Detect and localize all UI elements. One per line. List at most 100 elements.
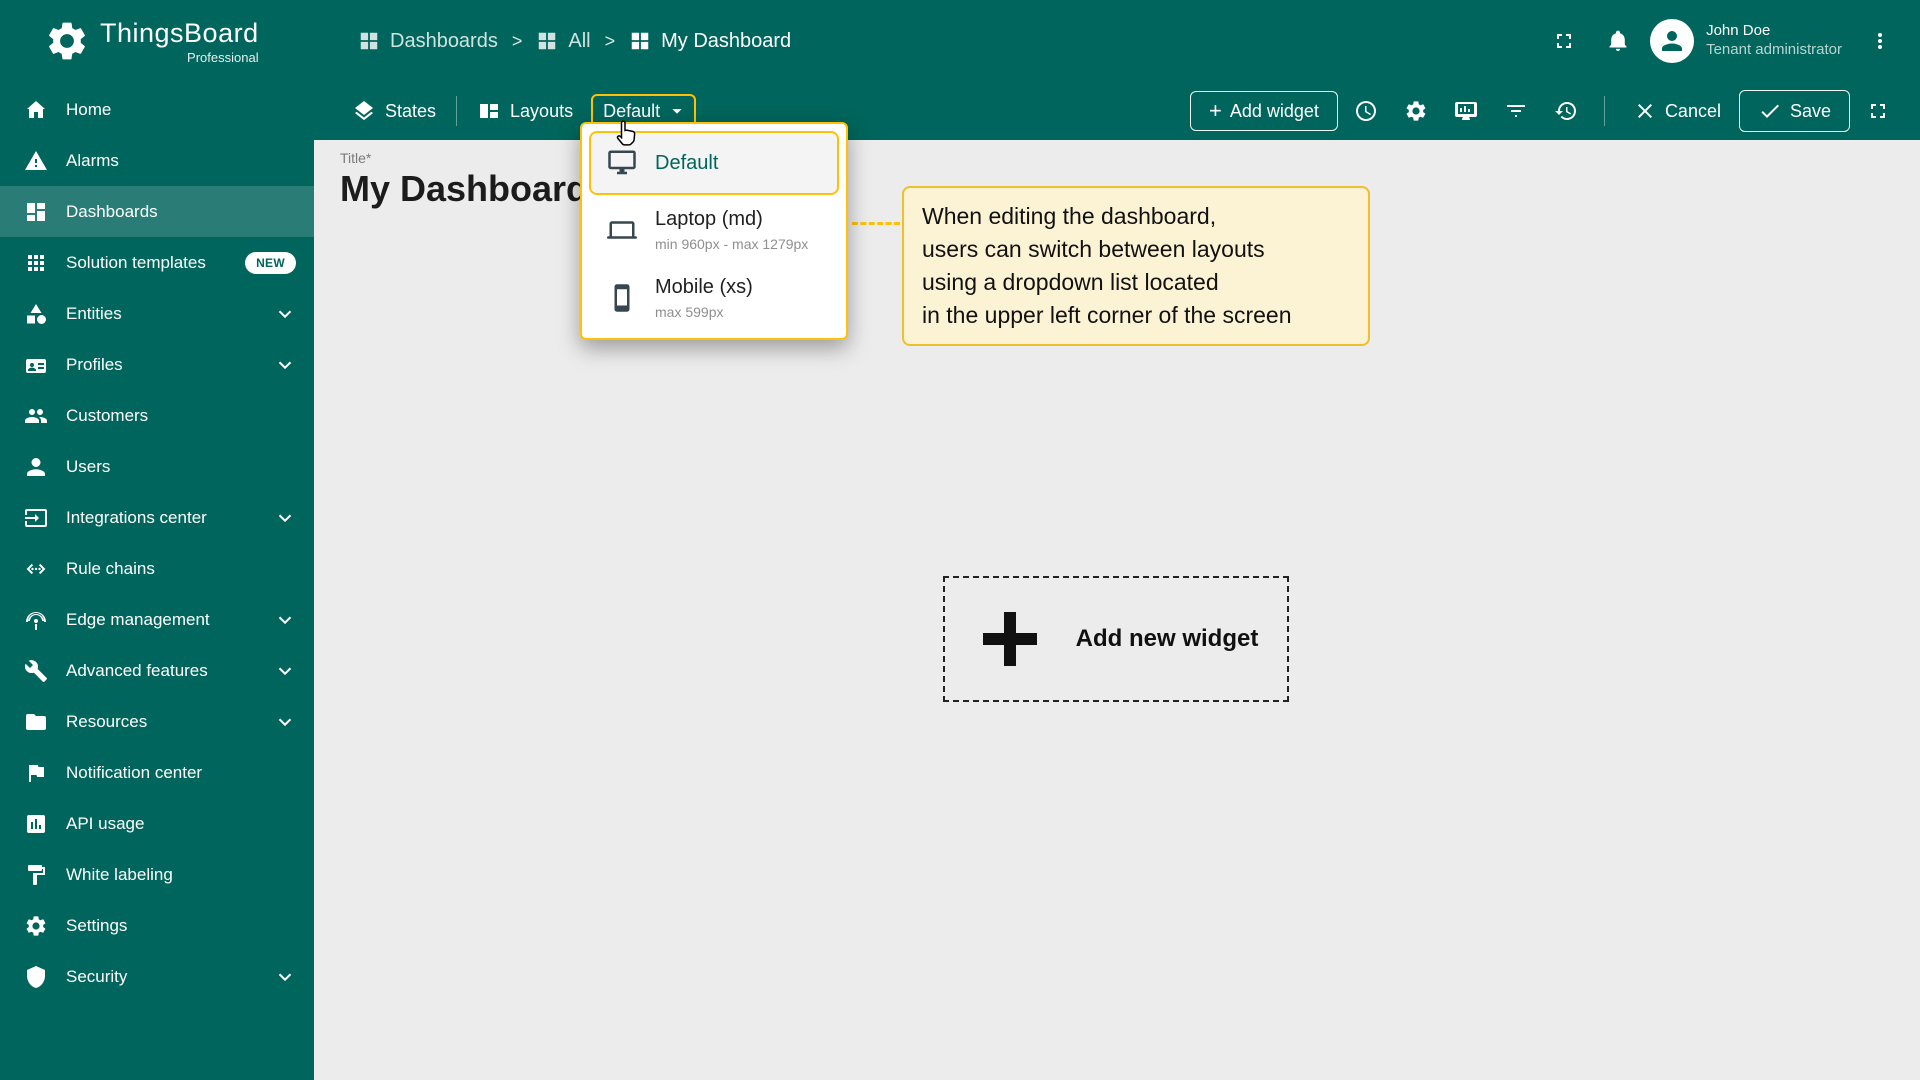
dashboard-toolbar: States Layouts Default + Add widget Canc… <box>314 82 1920 140</box>
layers-icon <box>355 101 373 121</box>
logo-text: ThingsBoard Professional <box>100 18 259 65</box>
layouts-label: Layouts <box>510 100 574 121</box>
layout-option-label: Default <box>655 151 719 174</box>
dashboard-settings-button[interactable] <box>1394 89 1438 133</box>
layout-option-description: max 599px <box>655 304 724 320</box>
sidebar-item-resources[interactable]: Resources <box>0 696 314 747</box>
states-label: States <box>385 100 437 121</box>
breadcrumb: Dashboards > All > My Dashboard <box>314 30 791 53</box>
integrations-icon <box>25 508 47 527</box>
annotation-connector-line <box>852 222 900 225</box>
app-logo[interactable]: ThingsBoard Professional <box>0 18 314 65</box>
sidebar-item-customers[interactable]: Customers <box>0 390 314 441</box>
breadcrumb-dashboards[interactable]: Dashboards <box>358 30 498 53</box>
history-icon <box>1554 101 1576 120</box>
sidebar-item-users[interactable]: Users <box>0 441 314 492</box>
chevron-down-icon <box>278 361 292 369</box>
sidebar-nav: Home Alarms Dashboards Solution template… <box>0 82 314 1080</box>
desktop-icon <box>608 150 636 175</box>
more-vert-icon <box>1878 33 1882 49</box>
breadcrumb-my-dashboard[interactable]: My Dashboard <box>629 30 791 53</box>
notifications-button[interactable] <box>1596 19 1640 63</box>
sidebar-item-label: API usage <box>66 813 145 833</box>
sidebar-item-label: Integrations center <box>66 507 207 527</box>
chevron-down-icon <box>278 514 292 522</box>
chevron-down-icon <box>278 973 292 981</box>
chevron-down-icon <box>278 667 292 675</box>
person-icon <box>1662 31 1683 51</box>
layout-option-default[interactable]: Default <box>589 131 839 195</box>
annotation-tooltip: When editing the dashboard, users can sw… <box>902 186 1370 346</box>
sidebar-item-label: Notification center <box>66 762 203 782</box>
sidebar-item-label: Resources <box>66 711 148 731</box>
sidebar-item-api-usage[interactable]: API usage <box>0 798 314 849</box>
chevron-down-icon <box>278 616 292 624</box>
layout-quilt-icon <box>480 104 499 118</box>
sidebar-item-label: Rule chains <box>66 558 155 578</box>
wrench-icon <box>24 659 47 682</box>
add-widget-button[interactable]: + Add widget <box>1190 91 1338 131</box>
paint-icon <box>28 864 45 885</box>
breadcrumb-separator: > <box>511 30 523 51</box>
people-icon <box>25 408 47 423</box>
layouts-button[interactable]: Layouts <box>467 91 583 131</box>
sidebar-item-solution-templates[interactable]: Solution templates NEW <box>0 237 314 288</box>
app-name: ThingsBoard <box>100 17 259 48</box>
sidebar-item-notification-center[interactable]: Notification center <box>0 747 314 798</box>
plus-icon <box>982 612 1037 666</box>
layout-option-mobile[interactable]: Mobile (xs) max 599px <box>589 263 839 331</box>
cancel-label: Cancel <box>1664 100 1721 121</box>
user-avatar[interactable] <box>1650 19 1695 63</box>
toolbar-fullscreen-button[interactable] <box>1856 89 1900 133</box>
breadcrumb-label: My Dashboard <box>661 29 792 52</box>
filter-button[interactable] <box>1494 89 1538 133</box>
sidebar-item-advanced-features[interactable]: Advanced features <box>0 645 314 696</box>
version-history-button[interactable] <box>1544 89 1588 133</box>
sidebar-item-edge-management[interactable]: Edge management <box>0 594 314 645</box>
sidebar-item-entities[interactable]: Entities <box>0 288 314 339</box>
sidebar-item-alarms[interactable]: Alarms <box>0 135 314 186</box>
chevron-down-icon <box>278 718 292 726</box>
breadcrumb-all[interactable]: All <box>536 29 591 53</box>
sidebar-item-label: Edge management <box>66 609 210 629</box>
title-field-label: Title* <box>340 150 372 166</box>
layout-option-label: Mobile (xs) <box>655 276 753 298</box>
check-icon <box>1761 104 1779 118</box>
close-icon <box>1637 104 1652 118</box>
layout-option-text: Laptop (md) min 960px - max 1279px <box>655 208 808 252</box>
more-menu-button[interactable] <box>1858 19 1902 63</box>
sidebar-item-dashboards[interactable]: Dashboards <box>0 186 314 237</box>
sidebar-item-label: Users <box>66 456 111 476</box>
home-icon <box>27 100 45 118</box>
sidebar-item-integrations-center[interactable]: Integrations center <box>0 492 314 543</box>
clock-icon <box>1355 101 1376 121</box>
sidebar-item-label: Customers <box>66 405 149 425</box>
fullscreen-button[interactable] <box>1542 19 1586 63</box>
caret-down-icon <box>672 109 682 114</box>
sidebar-item-label: Solution templates <box>66 252 206 272</box>
sidebar-item-profiles[interactable]: Profiles <box>0 339 314 390</box>
time-window-button[interactable] <box>1344 89 1388 133</box>
app-edition: Professional <box>187 49 259 65</box>
sidebar-item-security[interactable]: Security <box>0 951 314 1002</box>
sidebar-item-settings[interactable]: Settings <box>0 900 314 951</box>
user-info: John Doe Tenant administrator <box>1706 22 1842 60</box>
layout-selected-value: Default <box>603 100 661 121</box>
sidebar-item-white-labeling[interactable]: White labeling <box>0 849 314 900</box>
sidebar-item-rule-chains[interactable]: Rule chains <box>0 543 314 594</box>
save-button[interactable]: Save <box>1738 90 1850 132</box>
breadcrumb-label: All <box>568 29 591 52</box>
layout-option-laptop[interactable]: Laptop (md) min 960px - max 1279px <box>589 195 839 263</box>
profiles-icon <box>26 358 46 373</box>
states-button[interactable]: States <box>342 91 446 131</box>
add-new-widget-dropzone[interactable]: Add new widget <box>943 576 1289 702</box>
breadcrumb-label: Dashboards <box>390 29 498 52</box>
sidebar-item-home[interactable]: Home <box>0 84 314 135</box>
gear-icon <box>26 915 46 936</box>
manage-layouts-button[interactable] <box>1444 89 1488 133</box>
sidebar-item-label: Profiles <box>66 354 123 374</box>
filter-list-icon <box>1506 105 1525 117</box>
cancel-button[interactable]: Cancel <box>1621 91 1733 131</box>
sidebar-item-label: Advanced features <box>66 660 208 680</box>
grid-icon <box>631 32 649 50</box>
